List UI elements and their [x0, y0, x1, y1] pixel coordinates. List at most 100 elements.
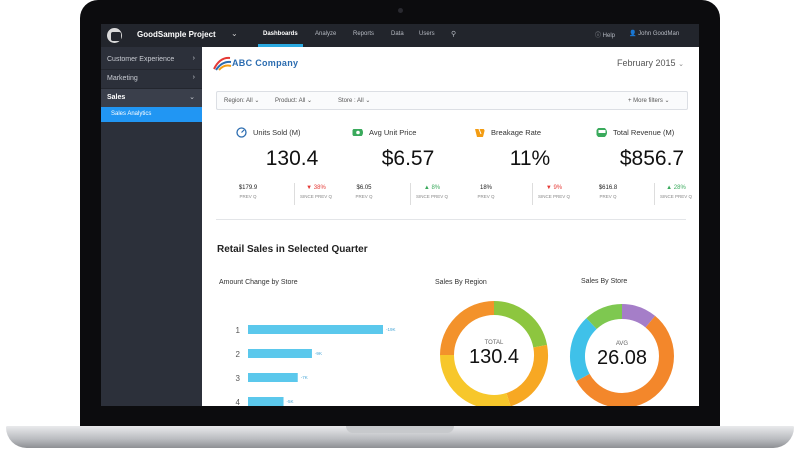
- bar-category-label: 3: [236, 374, 241, 383]
- kpi-breakage-rate: Breakage Rate 11% 18% PREV Q ▼ 9% SINCE …: [474, 127, 586, 217]
- more-filters-button[interactable]: + More filters ⌄: [628, 97, 670, 104]
- kpi-change-value: 9%: [553, 185, 563, 191]
- help-icon: ⓘ: [595, 33, 603, 39]
- kpi-change: ▲ 28%: [656, 185, 696, 191]
- nav-reports[interactable]: Reports: [353, 31, 374, 37]
- kpi-prev-value: 18%: [479, 185, 492, 191]
- sidebar-item-label: Marketing: [107, 75, 138, 82]
- chevron-down-icon: ⌄: [254, 98, 260, 104]
- down-arrow-icon: ▼: [545, 185, 552, 191]
- kpi-prev-label: PREV Q: [239, 194, 257, 199]
- chevron-right-icon: ›: [192, 74, 195, 81]
- period-selector[interactable]: February 2015 ⌄: [617, 58, 684, 68]
- search-icon[interactable]: ⚲: [451, 30, 456, 38]
- bar[interactable]: [248, 397, 284, 406]
- sidebar-subitem-sales-analytics[interactable]: Sales Analytics: [101, 107, 202, 122]
- section-divider: [216, 219, 686, 220]
- section-title: Retail Sales in Selected Quarter: [217, 244, 368, 255]
- broken-glass-icon: [475, 128, 485, 137]
- kpi-value: 11%: [509, 147, 551, 170]
- kpi-change: ▲ 8%: [412, 185, 452, 191]
- project-name[interactable]: GoodSample Project: [137, 30, 216, 39]
- kpi-title: Total Revenue (M): [613, 128, 675, 137]
- bar[interactable]: [248, 325, 383, 334]
- bar-chart-title: Amount Change by Store: [219, 279, 298, 286]
- chevron-down-icon: ⌄: [365, 98, 371, 104]
- kpi-value: 130.4: [265, 147, 319, 170]
- bar-value-label: -7K: [301, 375, 308, 380]
- bar-category-label: 4: [236, 398, 241, 406]
- bar-category-label: 2: [236, 350, 241, 359]
- region-donut-chart: TOTAL130.4: [440, 301, 548, 406]
- nav-data[interactable]: Data: [391, 31, 404, 37]
- nav-users[interactable]: Users: [419, 31, 435, 37]
- laptop-notch: [346, 426, 454, 433]
- kpi-units-sold: Units Sold (M) 130.4 $179.9 PREV Q ▼ 38%…: [236, 127, 348, 217]
- more-filters-label: More filters: [633, 98, 663, 104]
- kpi-change: ▼ 9%: [534, 185, 574, 191]
- sidebar-item-label: Sales: [107, 94, 126, 101]
- kpi-prev-value: $179.9: [238, 185, 258, 191]
- kpi-avg-unit-price: Avg Unit Price $6.57 $6.05 PREV Q ▲ 8% S…: [352, 127, 464, 217]
- bar-category-label: 1: [236, 326, 241, 335]
- up-arrow-icon: ▲: [423, 185, 430, 191]
- kpi-change-value: 8%: [431, 185, 441, 191]
- kpi-title: Breakage Rate: [491, 128, 542, 137]
- chevron-down-icon[interactable]: ⌄: [231, 29, 238, 38]
- sidebar-item-customer-experience[interactable]: Customer Experience ›: [101, 51, 202, 70]
- kpi-change-label: SINCE PREV Q: [659, 194, 692, 199]
- help-label: Help: [602, 33, 616, 39]
- kpi-value: $856.7: [619, 147, 685, 170]
- store-filter-label: Store : All: [338, 98, 364, 104]
- sidebar-item-label: Customer Experience: [107, 56, 175, 63]
- laptop-base: [6, 426, 794, 448]
- donut-center-value: 130.4: [469, 346, 519, 368]
- bar-value-label: -5K: [287, 399, 294, 404]
- top-navbar: GoodSample Project ⌄ Dashboards Analyze …: [101, 24, 699, 47]
- kpi-change-value: 38%: [313, 185, 326, 191]
- kpi-change-label: SINCE PREV Q: [415, 194, 448, 199]
- region-filter[interactable]: Region: All ⌄: [224, 97, 259, 104]
- chevron-right-icon: ›: [192, 55, 195, 62]
- sidebar: Customer Experience › Marketing › Sales …: [101, 47, 202, 406]
- store-filter[interactable]: Store : All ⌄: [338, 97, 370, 104]
- product-filter[interactable]: Product: All ⌄: [275, 97, 312, 104]
- divider: [410, 183, 411, 205]
- cash-register-icon: [596, 128, 607, 137]
- kpi-change-value: 28%: [673, 185, 686, 191]
- chevron-down-icon: ⌄: [678, 61, 684, 68]
- bar-value-label: -19K: [386, 327, 396, 332]
- kpi-title: Units Sold (M): [253, 128, 301, 137]
- up-arrow-icon: ▲: [666, 185, 673, 191]
- sidebar-item-marketing[interactable]: Marketing ›: [101, 70, 202, 89]
- app-screen: GoodSample Project ⌄ Dashboards Analyze …: [101, 24, 699, 406]
- money-icon: [352, 129, 363, 136]
- kpi-prev-label: PREV Q: [355, 194, 373, 199]
- divider: [294, 183, 295, 205]
- donut-center-value: 26.08: [597, 347, 647, 369]
- chevron-down-icon: ⌄: [307, 98, 313, 104]
- bar[interactable]: [248, 373, 298, 382]
- kpi-change-label: SINCE PREV Q: [537, 194, 570, 199]
- bar-value-label: -9K: [315, 351, 322, 356]
- sidebar-item-sales[interactable]: Sales ⌄: [101, 89, 202, 108]
- kpi-value: $6.57: [381, 147, 435, 170]
- kpi-title: Avg Unit Price: [369, 128, 417, 137]
- bar[interactable]: [248, 349, 312, 358]
- nav-dashboards[interactable]: Dashboards: [263, 31, 298, 37]
- kpi-change-label: SINCE PREV Q: [299, 194, 332, 199]
- region-donut-title: Sales By Region: [435, 279, 487, 286]
- app-logo-icon[interactable]: [107, 28, 122, 43]
- user-name: John GoodMan: [638, 31, 680, 37]
- camera: [398, 8, 403, 13]
- kpi-prev-value: $616.8: [598, 185, 618, 191]
- help-link[interactable]: ⓘ Help: [595, 30, 615, 39]
- user-icon: 👤: [629, 31, 639, 37]
- user-menu[interactable]: 👤 John GoodMan: [629, 30, 679, 37]
- nav-analyze[interactable]: Analyze: [315, 31, 336, 37]
- dashboard-main: ABC Company February 2015 ⌄ Region: All …: [202, 47, 699, 406]
- kpi-prev-label: PREV Q: [477, 194, 495, 199]
- product-filter-label: Product: All: [275, 98, 306, 104]
- down-arrow-icon: ▼: [306, 185, 313, 191]
- filter-bar: Region: All ⌄ Product: All ⌄ Store : All…: [216, 91, 688, 110]
